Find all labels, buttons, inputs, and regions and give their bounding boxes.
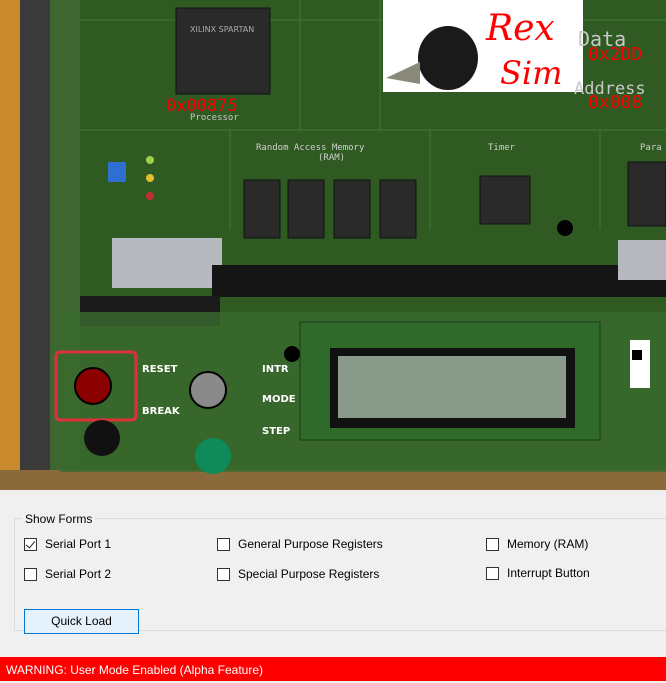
timer-label: Timer bbox=[488, 143, 516, 153]
serial-port-1-checkbox[interactable]: Serial Port 1 bbox=[24, 537, 111, 551]
logo-sim: Sim bbox=[500, 54, 563, 92]
dip-switch bbox=[108, 162, 126, 182]
serial-port-2-checkbox[interactable]: Serial Port 2 bbox=[24, 567, 111, 581]
warning-banner: WARNING: User Mode Enabled (Alpha Featur… bbox=[0, 657, 666, 681]
checkbox-label: Special Purpose Registers bbox=[238, 567, 380, 581]
reset-button bbox=[74, 367, 112, 405]
checkbox-icon[interactable] bbox=[486, 537, 499, 551]
data-value: 0x2DD bbox=[588, 44, 642, 65]
checkbox-icon[interactable] bbox=[217, 537, 230, 551]
ram-sub: (RAM) bbox=[318, 153, 345, 163]
status-dot bbox=[557, 220, 573, 236]
address-value: 0x008 bbox=[588, 92, 642, 113]
break-label: BREAK bbox=[142, 406, 181, 417]
step-label: STEP bbox=[262, 426, 290, 437]
general-purpose-registers-checkbox[interactable]: General Purpose Registers bbox=[217, 537, 383, 551]
ram-label: Random Access Memory bbox=[256, 143, 365, 153]
para-chip bbox=[627, 161, 666, 227]
timer-chip bbox=[479, 175, 531, 225]
chip-label: XILINX SPARTAN bbox=[190, 25, 254, 34]
logo-rex: Rex bbox=[485, 8, 555, 49]
checkbox-icon[interactable] bbox=[486, 566, 499, 580]
step-button bbox=[195, 438, 231, 474]
processor-chip bbox=[175, 7, 271, 95]
checkbox-label: Memory (RAM) bbox=[507, 537, 589, 551]
processor-label: Processor bbox=[190, 113, 239, 123]
intr-button bbox=[189, 371, 227, 409]
break-button bbox=[84, 420, 120, 456]
checkbox-label: Interrupt Button bbox=[507, 566, 590, 580]
intr-label: INTR bbox=[262, 364, 289, 375]
checkbox-icon[interactable] bbox=[24, 567, 37, 581]
led-yellow bbox=[146, 174, 154, 182]
checkbox-checked-icon[interactable] bbox=[24, 537, 37, 551]
intr-indicator bbox=[284, 346, 300, 362]
memory-ram-checkbox[interactable]: Memory (RAM) bbox=[486, 537, 588, 551]
mode-label: MODE bbox=[262, 394, 296, 405]
special-purpose-registers-checkbox[interactable]: Special Purpose Registers bbox=[217, 567, 379, 581]
mode-switch bbox=[630, 340, 650, 388]
ribbon-cable bbox=[112, 238, 222, 288]
board-image: XILINX SPARTAN Rex Sim Data 0x2DD Addres… bbox=[0, 0, 666, 490]
interrupt-button-checkbox[interactable]: Interrupt Button bbox=[486, 566, 590, 580]
checkbox-label: Serial Port 2 bbox=[45, 567, 112, 581]
quick-load-button[interactable]: Quick Load bbox=[24, 609, 139, 634]
checkbox-icon[interactable] bbox=[217, 567, 230, 581]
duck-icon bbox=[418, 26, 478, 90]
led-green bbox=[146, 156, 154, 164]
led-red bbox=[146, 192, 154, 200]
para-label: Para bbox=[640, 143, 662, 153]
checkbox-label: Serial Port 1 bbox=[45, 537, 112, 551]
show-forms-title: Show Forms bbox=[22, 512, 96, 526]
checkbox-label: General Purpose Registers bbox=[238, 537, 383, 551]
reset-label: RESET bbox=[142, 364, 178, 375]
